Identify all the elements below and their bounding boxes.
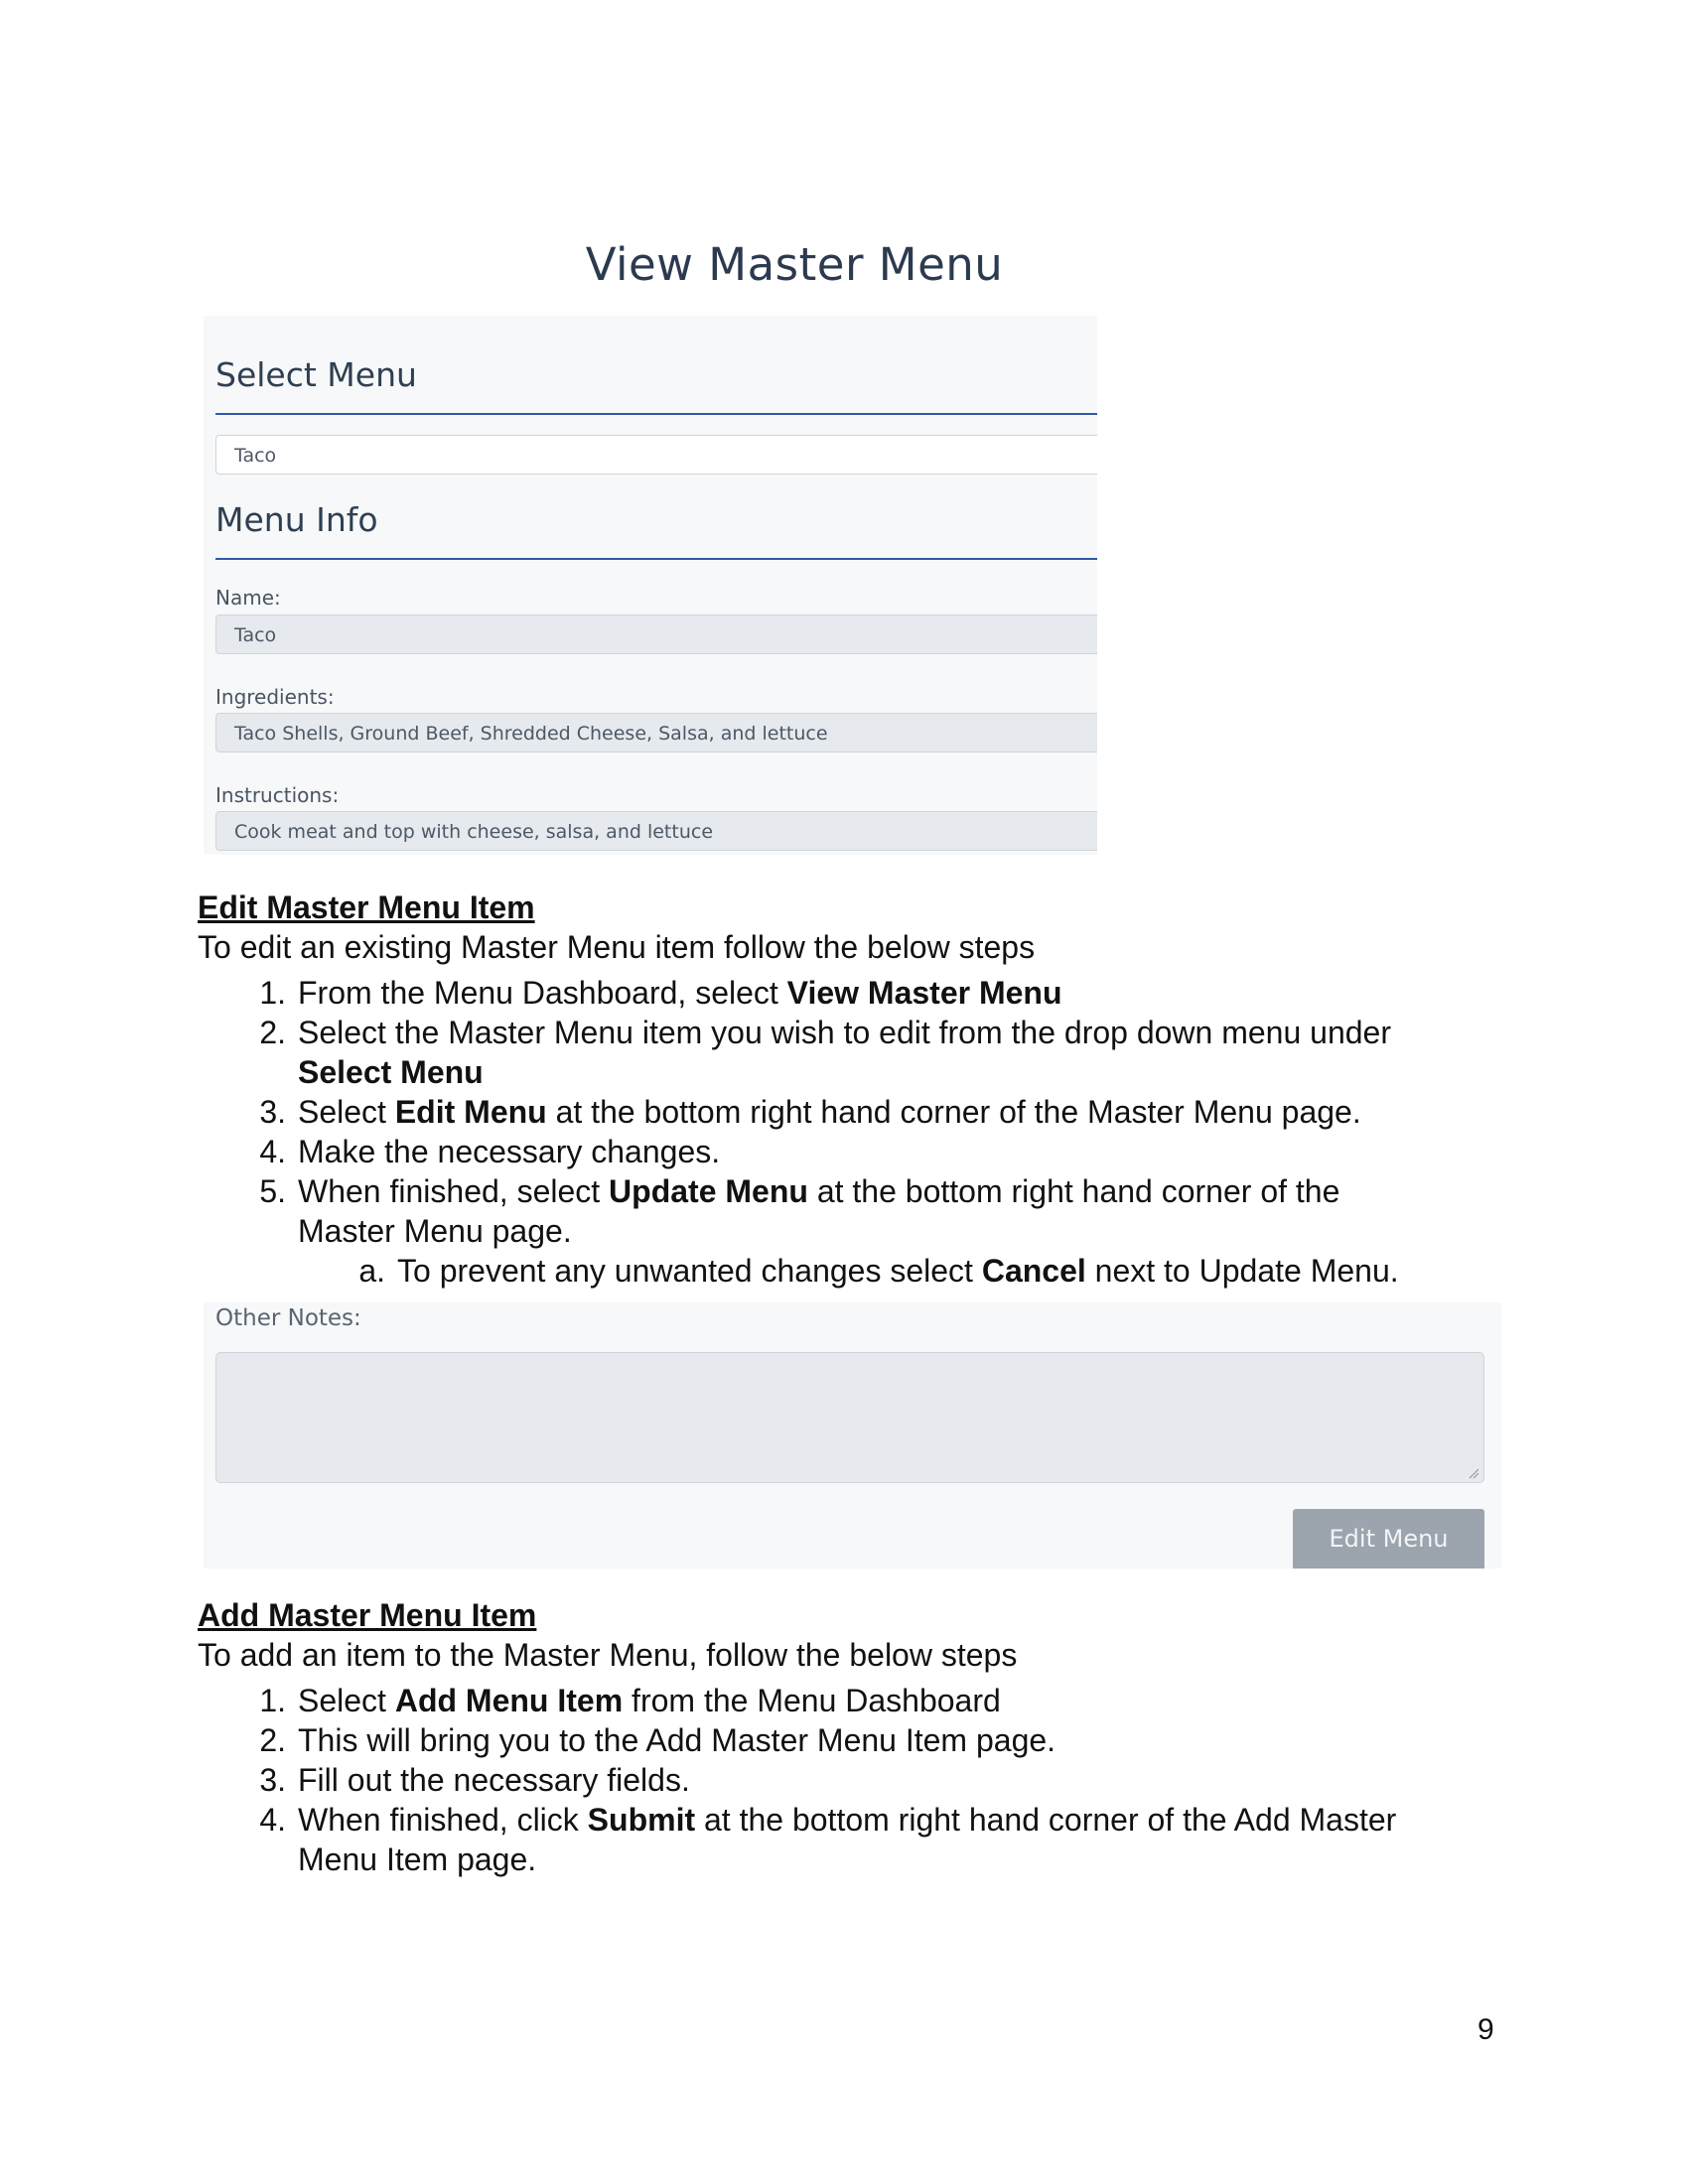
- ingredients-label: Ingredients:: [215, 685, 335, 709]
- page-number: 9: [1477, 2013, 1494, 2046]
- list-item: 3. Fill out the necessary fields.: [259, 1762, 690, 1798]
- list-item: 1. From the Menu Dashboard, select View M…: [259, 975, 1062, 1011]
- edit-steps-list: 1. From the Menu Dashboard, select View M…: [259, 973, 1589, 1291]
- list-item: 4. Make the necessary changes.: [259, 1134, 721, 1169]
- edit-section-intro: To edit an existing Master Menu item fol…: [198, 929, 1036, 965]
- select-menu-divider: [215, 413, 1097, 415]
- add-section-heading: Add Master Menu Item: [198, 1597, 537, 1633]
- list-item: 5. When finished, select Update Menu at t…: [259, 1173, 1340, 1249]
- instructions-field: Cook meat and top with cheese, salsa, an…: [215, 811, 1097, 851]
- menu-info-heading: Menu Info: [215, 500, 378, 539]
- menu-info-divider: [215, 558, 1097, 560]
- edit-section-heading: Edit Master Menu Item: [198, 889, 535, 925]
- list-item: 4. When finished, click Submit at the bot…: [259, 1802, 1397, 1877]
- view-master-menu-title: View Master Menu: [585, 238, 1004, 291]
- other-notes-textarea[interactable]: [215, 1352, 1484, 1483]
- resize-handle-icon[interactable]: [1468, 1467, 1479, 1479]
- list-item: 2. Select the Master Menu item you wish t…: [259, 1015, 1391, 1090]
- list-item: 1. Select Add Menu Item from the Menu Das…: [259, 1683, 1001, 1718]
- select-menu-dropdown[interactable]: Taco: [215, 435, 1097, 475]
- sub-list-item: a. To prevent any unwanted changes select…: [358, 1253, 1399, 1289]
- list-item: 2. This will bring you to the Add Master …: [259, 1722, 1056, 1758]
- edit-menu-button[interactable]: Edit Menu: [1293, 1509, 1484, 1569]
- select-menu-heading: Select Menu: [215, 355, 417, 394]
- other-notes-label: Other Notes:: [215, 1305, 361, 1331]
- add-section-intro: To add an item to the Master Menu, follo…: [198, 1637, 1018, 1673]
- master-menu-screenshot: Select Menu Taco Menu Info Name: Taco In…: [204, 316, 1097, 855]
- instructions-label: Instructions:: [215, 783, 340, 807]
- add-steps-list: 1. Select Add Menu Item from the Menu Das…: [259, 1681, 1589, 1879]
- ingredients-field: Taco Shells, Ground Beef, Shredded Chees…: [215, 713, 1097, 752]
- other-notes-screenshot: Other Notes: Edit Menu: [204, 1302, 1501, 1569]
- list-item: 3. Select Edit Menu at the bottom right h…: [259, 1094, 1361, 1130]
- name-label: Name:: [215, 586, 281, 610]
- name-field: Taco: [215, 614, 1097, 654]
